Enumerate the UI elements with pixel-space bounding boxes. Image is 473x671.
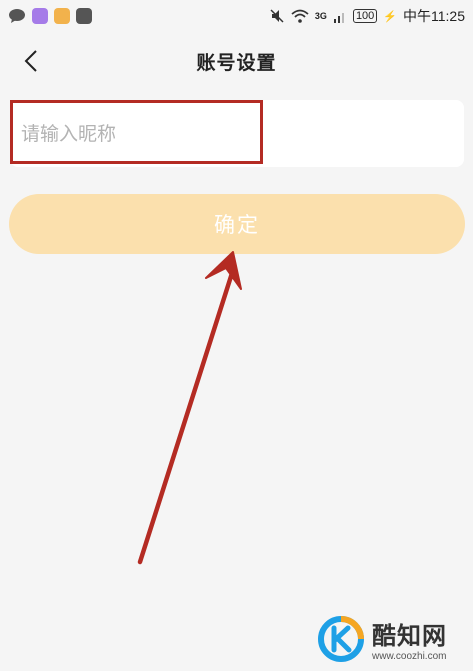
nickname-field-container (10, 100, 464, 167)
page-title: 账号设置 (196, 51, 277, 74)
confirm-button[interactable]: 确定 (9, 194, 465, 254)
status-bar: 3G 100 ⚡ 中午11:25 (0, 0, 473, 32)
nickname-input[interactable] (10, 100, 464, 167)
top-nav-bar: 账号设置 (0, 38, 473, 84)
charging-icon: ⚡ (383, 10, 397, 23)
watermark: 酷知网 www.coozhi.com (316, 614, 447, 664)
chevron-left-icon (24, 50, 37, 72)
network-type-label: 3G (314, 11, 327, 21)
chat-bubble-icon (9, 9, 25, 23)
watermark-url: www.coozhi.com (372, 651, 447, 662)
watermark-brand: 酷知网 (372, 622, 447, 650)
notification-icons (8, 8, 92, 24)
status-icons: 3G 100 ⚡ 中午11:25 (269, 6, 465, 26)
app-notification-icon (54, 8, 70, 24)
clock: 中午11:25 (403, 8, 465, 24)
store-icon (76, 8, 92, 24)
app-notification-icon (32, 8, 48, 24)
wifi-icon (291, 9, 309, 23)
battery-indicator: 100 (352, 9, 378, 23)
signal-icon (333, 13, 344, 23)
mute-icon (270, 9, 284, 23)
back-button[interactable] (16, 46, 46, 76)
coozhi-logo-icon (318, 616, 364, 662)
